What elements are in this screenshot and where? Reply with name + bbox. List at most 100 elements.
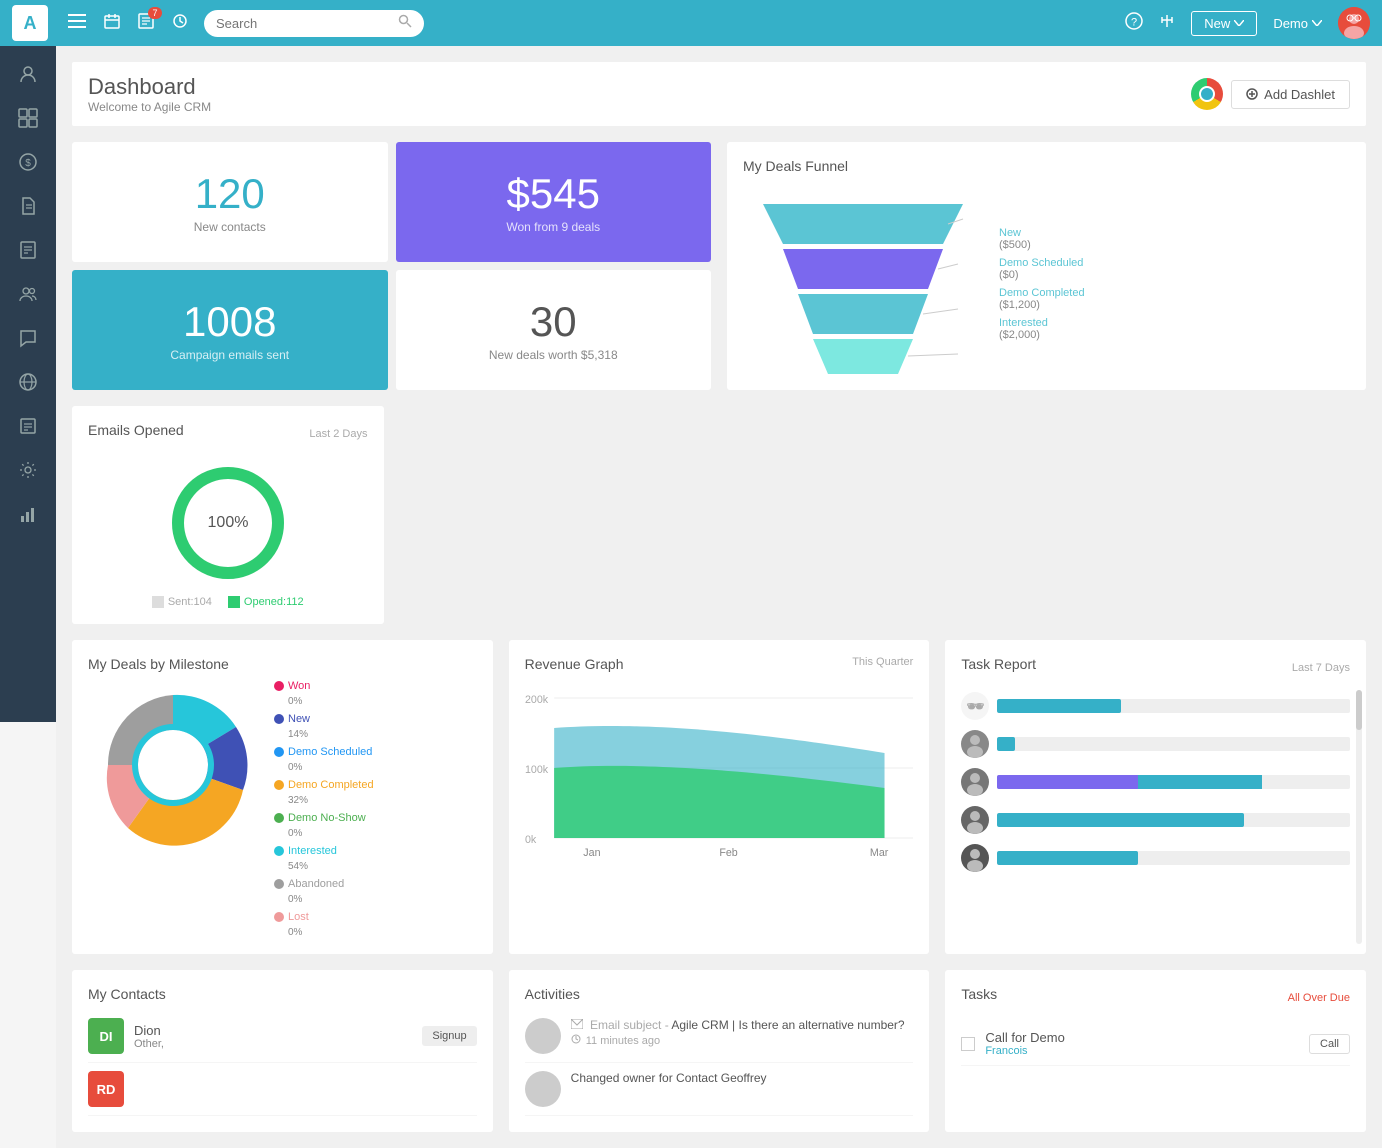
won-deals-number: $545 xyxy=(507,170,600,218)
search-box[interactable] xyxy=(204,10,424,37)
top-rows: 120 New contacts $545 Won from 9 deals 1… xyxy=(72,142,1366,624)
revenue-chart: 200k 100k 0k Jan Feb Mar xyxy=(525,688,914,858)
sidebar-item-globe[interactable] xyxy=(8,362,48,402)
revenue-subtitle: This Quarter xyxy=(852,656,913,680)
activity-item-2: Changed owner for Contact Geoffrey xyxy=(525,1063,914,1116)
task-bar-row-5 xyxy=(961,844,1350,872)
call-button[interactable]: Call xyxy=(1309,1034,1350,1054)
sidebar-item-files[interactable] xyxy=(8,186,48,226)
sidebar-item-forms[interactable] xyxy=(8,406,48,446)
legend-won: Won xyxy=(274,680,374,692)
task-checkbox-1[interactable] xyxy=(961,1037,975,1051)
calendar-icon[interactable] xyxy=(104,13,120,34)
funnel-legend: New ($500) Demo Scheduled ($0) Demo Comp… xyxy=(999,227,1085,341)
donut-legend: Sent:104 Opened:112 xyxy=(152,596,304,608)
left-sidebar: $ xyxy=(0,46,56,722)
task-report-title: Task Report xyxy=(961,656,1036,672)
sidebar-item-deals[interactable]: $ xyxy=(8,142,48,182)
activity-time-1: 11 minutes ago xyxy=(571,1034,914,1047)
demo-button[interactable]: Demo xyxy=(1273,16,1322,31)
activity-content-1: Email subject - Agile CRM | Is there an … xyxy=(571,1018,914,1054)
legend-demo-noshow: Demo No-Show xyxy=(274,812,374,824)
task-bar-fill-1 xyxy=(997,699,1120,713)
tasks-header: Tasks All Over Due xyxy=(961,986,1350,1010)
svg-text:0k: 0k xyxy=(525,834,537,846)
activity-subject-label: Email subject - xyxy=(590,1018,669,1032)
search-input[interactable] xyxy=(216,16,392,31)
contacts-title: My Contacts xyxy=(88,986,477,1002)
funnel-item-demo-completed: Demo Completed ($1,200) xyxy=(999,287,1085,311)
funnel-item-demo-scheduled: Demo Scheduled ($0) xyxy=(999,257,1085,281)
sidebar-item-dashboard[interactable] xyxy=(8,98,48,138)
title-area: Dashboard Welcome to Agile CRM xyxy=(88,74,211,114)
sidebar-item-chat[interactable] xyxy=(8,318,48,358)
task-avatar-2 xyxy=(961,730,989,758)
legend-abandoned: Abandoned xyxy=(274,878,374,890)
legend-new: New xyxy=(274,713,374,725)
svg-text:100%: 100% xyxy=(207,514,248,531)
funnel-svg xyxy=(743,194,983,374)
page-title: Dashboard xyxy=(88,74,211,100)
legend-new-value: 14% xyxy=(288,729,374,740)
tasks-icon[interactable]: 7 xyxy=(138,13,154,34)
activities-title: Activities xyxy=(525,986,914,1002)
signup-button[interactable]: Signup xyxy=(422,1026,476,1046)
pie-container: Won 0% New 14% Demo Scheduled 0% xyxy=(88,680,477,938)
history-icon[interactable] xyxy=(172,13,188,34)
legend-demo-comp: Demo Completed xyxy=(274,779,374,791)
contact-info-1: Dion Other, xyxy=(134,1023,412,1050)
milestone-title: My Deals by Milestone xyxy=(88,656,477,672)
donut-opened: Opened:112 xyxy=(228,596,304,608)
legend-demo-sched-value: 0% xyxy=(288,762,374,773)
sidebar-item-team[interactable] xyxy=(8,274,48,314)
stats-grid: 120 New contacts $545 Won from 9 deals 1… xyxy=(72,142,711,390)
page-header: Dashboard Welcome to Agile CRM Add Dashl… xyxy=(72,62,1366,126)
sidebar-item-analytics[interactable] xyxy=(8,494,48,534)
task-avatar-3 xyxy=(961,768,989,796)
task-bar-fill-5 xyxy=(997,851,1138,865)
new-contacts-number: 120 xyxy=(195,170,265,218)
funnel-title: My Deals Funnel xyxy=(743,158,848,174)
emails-opened-header: Emails Opened Last 2 Days xyxy=(88,422,368,446)
funnel-container: New ($500) Demo Scheduled ($0) Demo Comp… xyxy=(743,194,1350,374)
task-avatar-emoji: 🕶 xyxy=(961,692,989,720)
tasks-badge: 7 xyxy=(148,7,162,19)
svg-text:Jan: Jan xyxy=(583,847,600,858)
sidebar-item-settings[interactable] xyxy=(8,450,48,490)
sidebar-item-contacts[interactable] xyxy=(8,54,48,94)
nav-icons: 7 xyxy=(68,13,188,34)
contact-name-1: Dion xyxy=(134,1023,412,1038)
task-assignee-1[interactable]: Francois xyxy=(985,1045,1299,1057)
legend-won-value: 0% xyxy=(288,696,374,707)
emails-opened-subtitle: Last 2 Days xyxy=(309,428,367,440)
page-subtitle: Welcome to Agile CRM xyxy=(88,100,211,114)
task-bar-row-emoji: 🕶 xyxy=(961,692,1350,720)
middle-rows: My Deals by Milestone xyxy=(72,640,1366,954)
add-dashlet-button[interactable]: Add Dashlet xyxy=(1231,80,1350,109)
new-button[interactable]: New xyxy=(1191,11,1257,36)
search-icon xyxy=(398,14,412,33)
chrome-extension-icon[interactable] xyxy=(1191,78,1223,110)
new-deals-number: 30 xyxy=(530,298,577,346)
pin-icon[interactable] xyxy=(1159,13,1175,34)
task-bar-bg-4 xyxy=(997,813,1350,827)
sidebar-item-notes[interactable] xyxy=(8,230,48,270)
won-deals-label: Won from 9 deals xyxy=(506,220,600,234)
activity-text-2: Changed owner for Contact Geoffrey xyxy=(571,1071,914,1085)
contact-item-1: DI Dion Other, Signup xyxy=(88,1010,477,1063)
task-item-1: Call for Demo Francois Call xyxy=(961,1022,1350,1066)
legend-interested: Interested xyxy=(274,845,374,857)
task-bar-row-3 xyxy=(961,768,1350,796)
task-bar-bg xyxy=(997,699,1350,713)
tasks-title: Tasks xyxy=(961,986,997,1002)
activity-subject-text: Agile CRM | Is there an alternative numb… xyxy=(671,1018,904,1032)
funnel-item-interested: Interested ($2,000) xyxy=(999,317,1085,341)
app-logo[interactable]: A xyxy=(12,5,48,41)
user-avatar[interactable] xyxy=(1338,7,1370,39)
help-icon[interactable]: ? xyxy=(1125,12,1143,35)
legend-interested-value: 54% xyxy=(288,861,374,872)
menu-icon[interactable] xyxy=(68,14,86,33)
revenue-title: Revenue Graph xyxy=(525,656,624,672)
main-content: Dashboard Welcome to Agile CRM Add Dashl… xyxy=(56,46,1382,1148)
tasks-subtitle: All Over Due xyxy=(1288,992,1350,1004)
